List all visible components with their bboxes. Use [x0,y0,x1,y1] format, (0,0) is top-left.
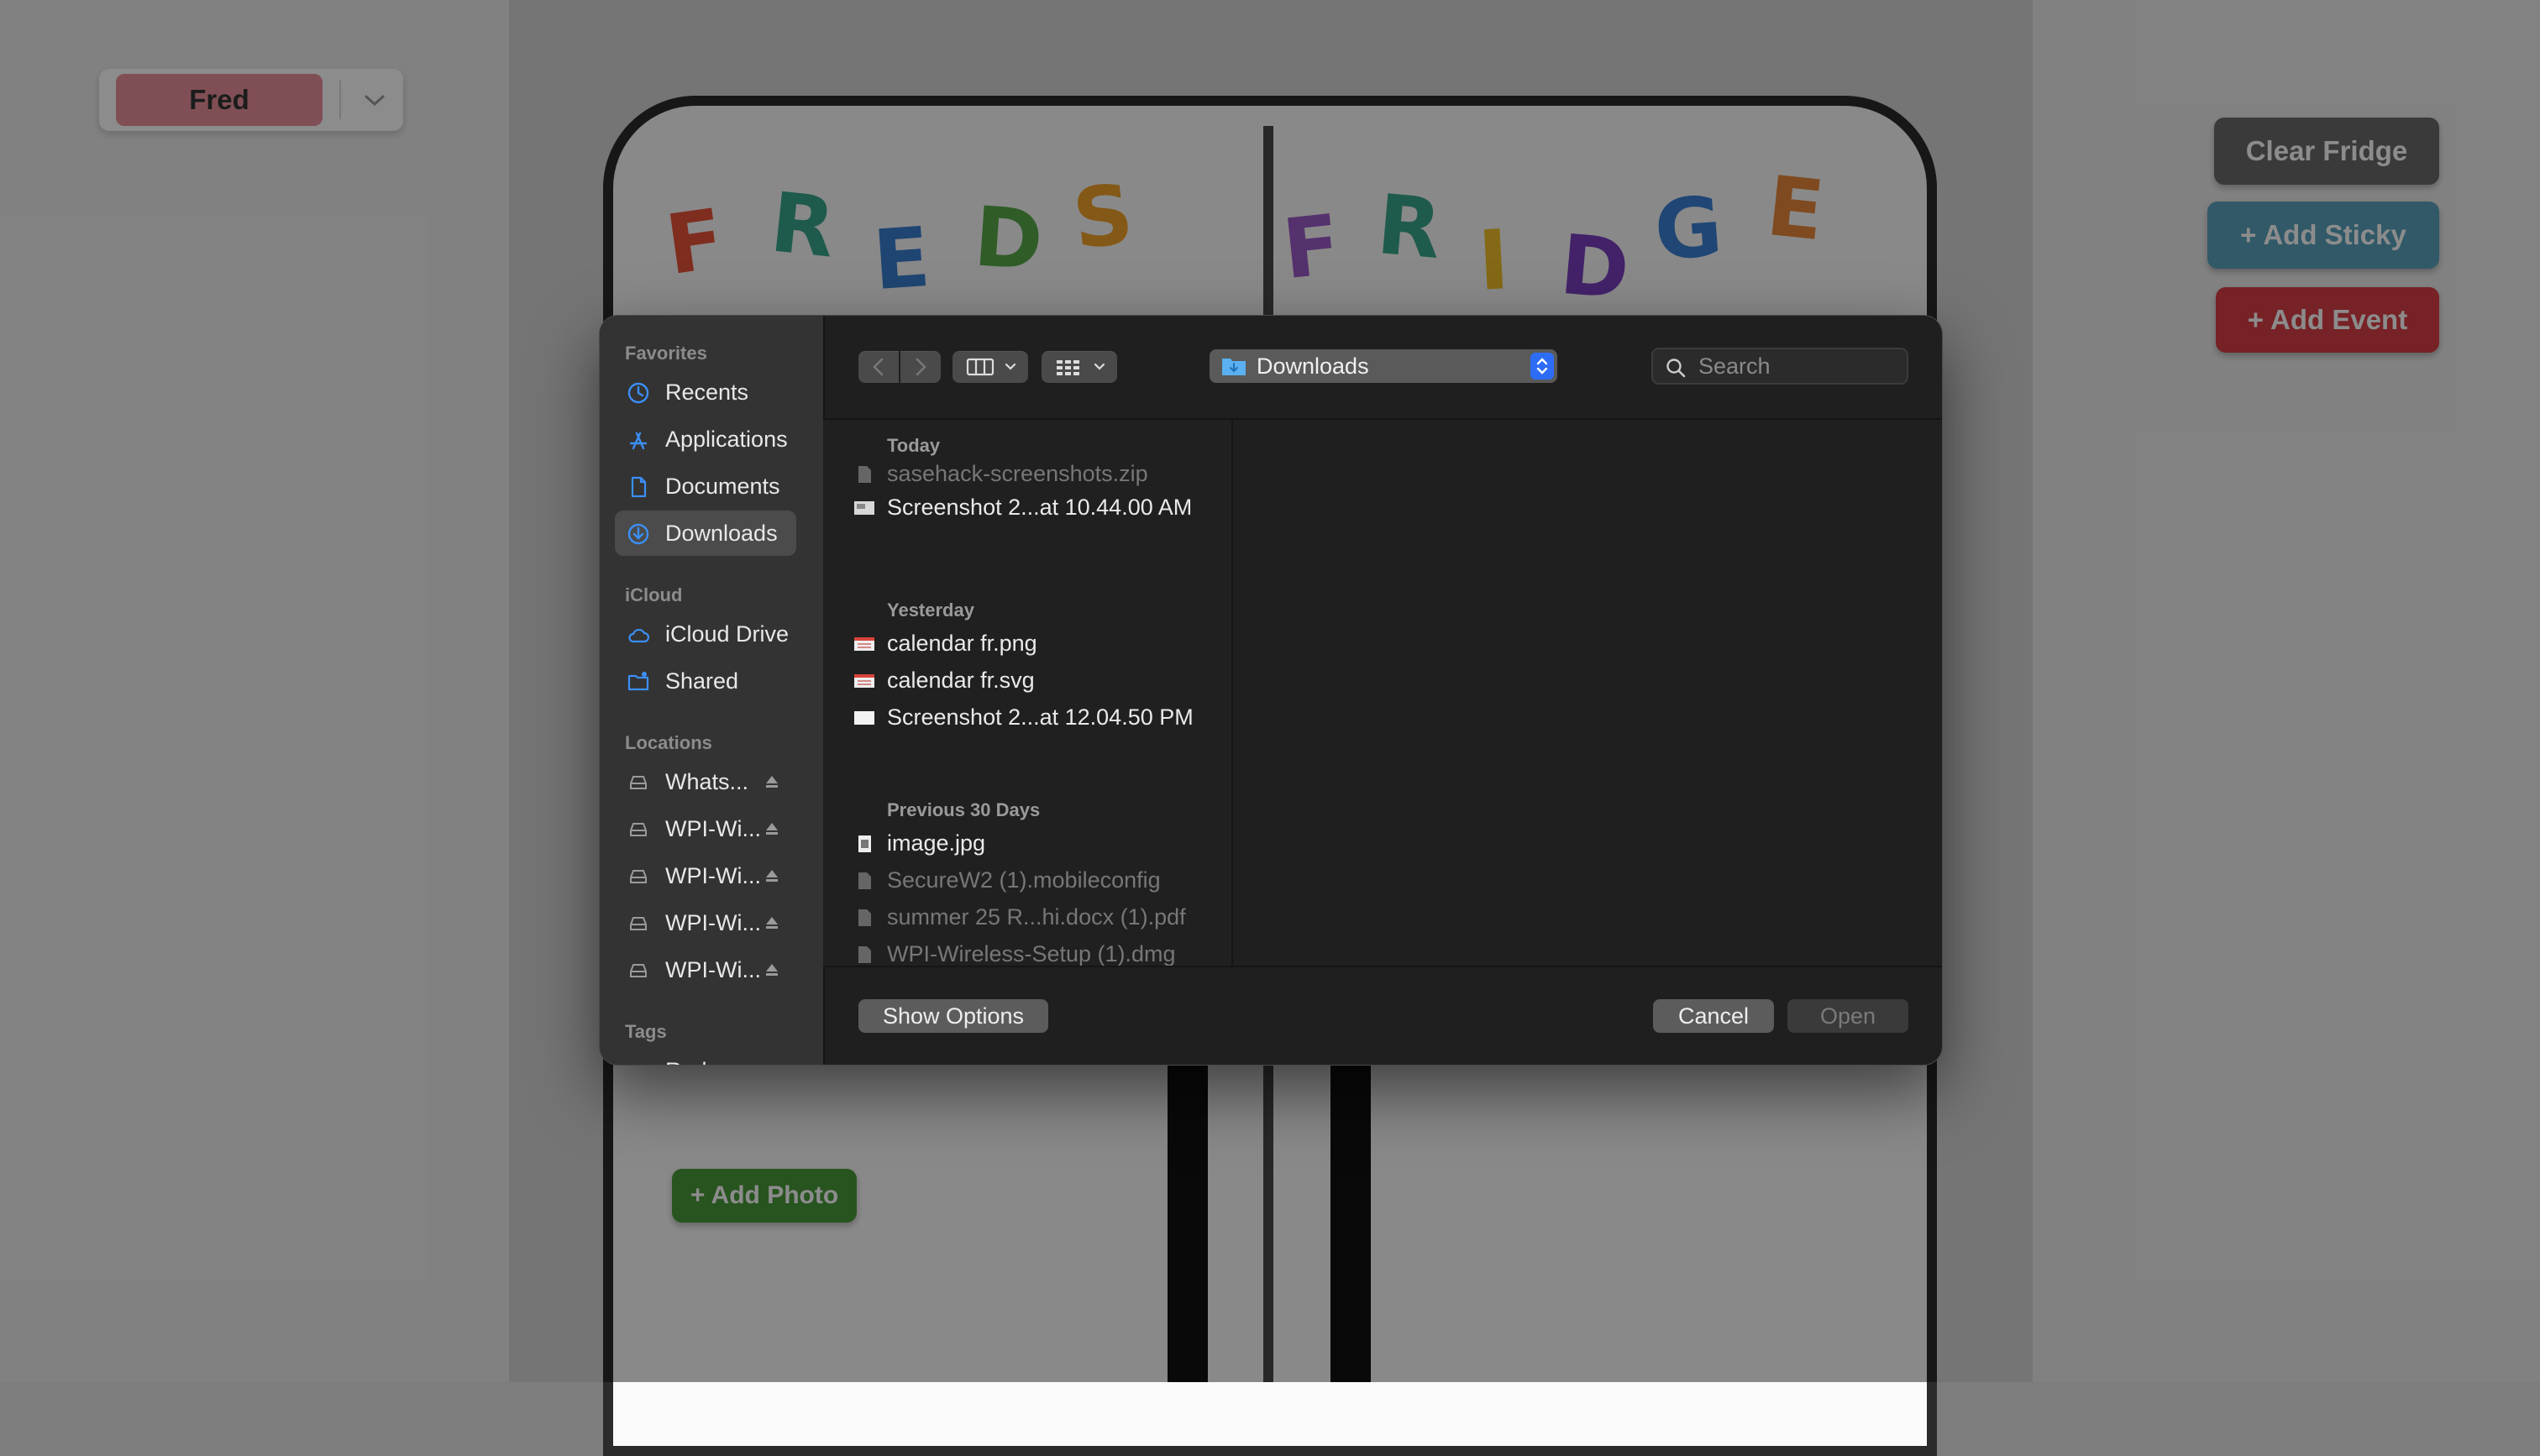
columns-view-icon [966,358,1016,376]
drive-icon [630,870,647,883]
file-row[interactable]: summer 25 R...hi.docx (1).pdf [823,900,1231,934]
drive-icon [630,964,647,977]
file-row[interactable]: sasehack-screenshots.zip [823,457,1231,490]
sidebar-item-label: iCloud Drive [665,621,790,647]
eject-icon[interactable] [763,867,781,885]
downloads-folder-icon [1222,359,1246,375]
open-file-dialog: Favorites Recents Applications Documents… [600,316,1942,1065]
sidebar-item-location[interactable]: WPI-Wi... [615,900,796,945]
document-icon [631,476,647,498]
group-header: Yesterday [887,600,974,621]
sidebar-item-documents[interactable]: Documents [615,464,796,509]
cloud-icon [628,628,650,643]
file-name: Screenshot 2...at 12.04.50 PM [887,704,1194,730]
screenshot-icon [854,501,874,515]
file-row[interactable]: Screenshot 2...at 12.04.50 PM [823,700,1231,734]
icloud-header: iCloud [625,584,683,605]
sidebar-item-location[interactable]: WPI-Wi... [615,806,796,851]
sidebar-item-label: Recents [665,380,749,405]
image-file-icon [854,637,874,651]
show-options-button[interactable]: Show Options [858,999,1048,1033]
eject-icon[interactable] [763,773,781,791]
file-name: calendar fr.svg [887,668,1035,693]
favorites-header: Favorites [625,343,707,364]
drive-icon [630,776,647,789]
location-popup[interactable]: Downloads [1210,349,1557,383]
sidebar-item-label: Red [665,1048,707,1065]
config-file-icon [858,872,871,889]
view-columns-button[interactable] [953,351,1028,383]
applications-icon [629,432,648,450]
location-label: Downloads [1257,354,1369,379]
sidebar-item-label: Downloads [665,521,778,546]
sidebar-item-recents[interactable]: Recents [615,369,796,415]
footer-divider [823,966,1942,967]
jpg-file-icon [858,835,871,852]
back-button[interactable] [858,351,899,383]
sidebar-item-label: WPI-Wi... [665,863,761,888]
drive-icon [630,823,647,836]
tags-header: Tags [625,1021,667,1042]
open-button[interactable]: Open [1787,999,1908,1033]
stepper-icon [1530,353,1554,380]
column-divider [1231,420,1233,966]
sidebar-item-label: Whats... [665,769,749,794]
file-name: calendar fr.png [887,631,1037,656]
group-header: Today [887,435,941,456]
file-browser-column: Today sasehack-screenshots.zip Screensho… [823,420,1231,966]
search-icon [1666,359,1686,378]
sidebar-item-location[interactable]: WPI-Wi... [615,947,796,992]
clock-icon [627,382,649,404]
file-name: summer 25 R...hi.docx (1).pdf [887,904,1186,930]
file-name: WPI-Wireless-Setup (1).dmg [887,941,1176,966]
sidebar-item-shared[interactable]: Shared [615,658,796,704]
group-header: Previous 30 Days [887,799,1041,820]
file-name: image.jpg [887,830,986,856]
sidebar-item-label: WPI-Wi... [665,957,761,982]
shared-folder-icon [627,672,649,691]
sidebar-item-label: Documents [665,474,780,499]
file-row[interactable]: SecureW2 (1).mobileconfig [823,863,1231,897]
file-name: SecureW2 (1).mobileconfig [887,867,1161,893]
eject-icon[interactable] [763,914,781,932]
sidebar-item-location[interactable]: WPI-Wi... [615,853,796,898]
file-row[interactable]: Screenshot 2...at 10.44.00 AM [823,490,1231,524]
sidebar-item-label: Shared [665,668,739,694]
pdf-file-icon [858,909,871,926]
search-field[interactable]: Search [1651,348,1908,385]
file-name: Screenshot 2...at 10.44.00 AM [887,495,1193,520]
file-row[interactable]: WPI-Wireless-Setup (1).dmg [823,937,1231,966]
zip-file-icon [858,466,871,483]
red-tag-icon [627,1060,650,1065]
file-row[interactable]: image.jpg [823,826,1231,860]
group-by-button[interactable] [1042,351,1117,383]
sidebar-item-tag-red[interactable]: Red [615,1048,796,1065]
sidebar-item-label: Applications [665,427,788,452]
search-placeholder: Search [1698,354,1771,379]
file-row[interactable]: calendar fr.png [823,626,1231,660]
file-row[interactable]: calendar fr.svg [823,663,1231,697]
file-name: sasehack-screenshots.zip [887,461,1148,486]
eject-icon[interactable] [763,820,781,838]
dialog-sidebar: Favorites Recents Applications Documents… [600,316,825,1065]
sidebar-item-location[interactable]: Whats... [615,759,796,804]
chevron-right-icon [916,358,926,376]
forward-button[interactable] [900,351,941,383]
dmg-file-icon [858,946,871,963]
grid-view-icon [1057,360,1105,375]
screenshot-icon [854,711,874,725]
eject-icon[interactable] [763,961,781,979]
sidebar-item-downloads[interactable]: Downloads [615,511,796,556]
sidebar-item-applications[interactable]: Applications [615,416,796,462]
cancel-button[interactable]: Cancel [1653,999,1774,1033]
image-file-icon [854,674,874,688]
sidebar-item-icloud-drive[interactable]: iCloud Drive [615,611,796,657]
drive-icon [630,917,647,930]
locations-header: Locations [625,732,712,753]
sidebar-item-label: WPI-Wi... [665,816,761,841]
downloads-icon [627,523,649,545]
sidebar-item-label: WPI-Wi... [665,910,761,935]
chevron-left-icon [873,358,884,376]
